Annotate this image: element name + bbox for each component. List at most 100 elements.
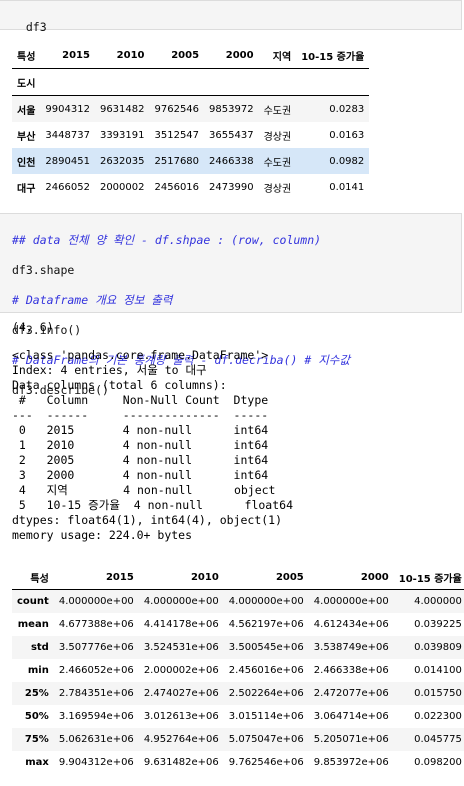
table-cell: 4.562197e+06: [228, 619, 304, 630]
table-cell: 9.904312e+06: [58, 757, 134, 768]
table-cell: 2890451: [45, 155, 90, 167]
column-header: 2010: [94, 42, 150, 69]
table-cell: 9.853972e+06: [313, 757, 389, 768]
column-header: 2005: [223, 566, 309, 590]
table-cell: 2466052: [45, 181, 90, 193]
table-cell: 2473990: [209, 181, 254, 193]
table-cell: 0.039809: [414, 642, 462, 653]
table-cell: 3.524531e+06: [143, 642, 219, 653]
table-row: mean 4.677388e+06 4.414178e+06 4.562197e…: [12, 613, 464, 636]
table-cell: 2.502264e+06: [228, 688, 304, 699]
table-cell: 0.098200: [414, 757, 462, 768]
column-header: 지역: [258, 42, 297, 69]
code-comment-line: ## data 전체 양 확인 - df.shpae : (row, colum…: [12, 233, 322, 247]
table-cell: 4.612434e+06: [313, 619, 389, 630]
table-header-row: 특성 2015 2010 2005 2000 10-15 증가율: [12, 566, 464, 590]
column-header: 특성: [12, 42, 41, 69]
row-index: 25%: [24, 688, 49, 699]
table-cell: 3512547: [154, 129, 200, 141]
table-cell: 3.500545e+06: [228, 642, 304, 653]
table-cell: 5.062631e+06: [58, 734, 134, 745]
column-header: 특성: [12, 566, 54, 590]
column-header: 10-15 증가율: [296, 42, 370, 69]
table-cell: 0.022300: [414, 711, 462, 722]
table-row: 인천 2890451 2632035 2517680 2466338 수도권 0…: [12, 148, 370, 174]
column-header: 2000: [204, 42, 259, 69]
row-index: min: [27, 665, 49, 676]
row-index: 50%: [24, 711, 49, 722]
df3-output-table: 특성 2015 2010 2005 2000 지역 10-15 증가율 도시 서…: [12, 42, 370, 200]
table-cell: 9.631482e+06: [143, 757, 219, 768]
table-cell: 4.677388e+06: [58, 619, 134, 630]
table-cell: 3.064714e+06: [313, 711, 389, 722]
table-cell: 2.466338e+06: [313, 665, 389, 676]
table-cell: 3.012613e+06: [143, 711, 219, 722]
table-row: 50% 3.169594e+06 3.012613e+06 3.015114e+…: [12, 705, 464, 728]
table-cell: 5.205071e+06: [313, 734, 389, 745]
table-cell: 4.952764e+06: [143, 734, 219, 745]
table-cell: 3448737: [45, 129, 90, 141]
code-cell-df3[interactable]: df3: [0, 0, 462, 34]
table-cell: 2.784351e+06: [58, 688, 134, 699]
table-cell: 4.000000e+00: [313, 596, 389, 607]
table-cell: 0.0163: [329, 129, 365, 141]
table-cell: 0.0982: [329, 155, 365, 167]
column-header: 10-15 증가율: [393, 566, 464, 590]
table-cell: 3.538749e+06: [313, 642, 389, 653]
info-output: <class 'pandas.core.frame.DataFrame'> In…: [12, 348, 293, 542]
table-cell: 수도권: [263, 105, 292, 117]
table-row: std 3.507776e+06 3.524531e+06 3.500545e+…: [12, 636, 464, 659]
code-comment-line: # Dataframe 개요 정보 출력: [12, 293, 173, 307]
row-index: 서울: [17, 105, 36, 117]
table-row: count 4.000000e+00 4.000000e+00 4.000000…: [12, 589, 464, 613]
row-index: 인천: [17, 157, 36, 169]
table-cell: 0.045775: [414, 734, 462, 745]
table-cell: 0.0283: [329, 103, 365, 115]
table-cell: 3393191: [99, 129, 145, 141]
column-header: 2005: [149, 42, 205, 69]
table-cell: 0.015750: [414, 688, 462, 699]
row-index: 75%: [24, 734, 49, 745]
table-cell: 9631482: [99, 103, 145, 115]
table-cell: 4.000000e+00: [228, 596, 304, 607]
table-header-row: 특성 2015 2010 2005 2000 지역 10-15 증가율: [12, 42, 370, 69]
table-cell: 2.474027e+06: [143, 688, 219, 699]
table-row: min 2.466052e+06 2.000002e+06 2.456016e+…: [12, 659, 464, 682]
table-cell: 경상권: [263, 131, 292, 143]
table-cell: 9762546: [154, 103, 200, 115]
table-cell: 5.075047e+06: [228, 734, 304, 745]
table-cell: 3.169594e+06: [58, 711, 134, 722]
table-row: 서울 9904312 9631482 9762546 9853972 수도권 0…: [12, 95, 370, 122]
table-cell: 2456016: [154, 181, 200, 193]
table-cell: 9904312: [45, 103, 90, 115]
table-cell: 2.466052e+06: [58, 665, 134, 676]
index-name-row: 도시: [12, 68, 370, 96]
code-cell-describe[interactable]: ## data 전체 양 확인 - df.shpae : (row, colum…: [0, 213, 462, 397]
table-row: 75% 5.062631e+06 4.952764e+06 5.075047e+…: [12, 728, 464, 751]
table-cell: 0.0141: [329, 181, 365, 193]
table-cell: 4.000000e+00: [58, 596, 134, 607]
column-header: 2010: [138, 566, 224, 590]
code-line: df3.info(): [12, 323, 82, 337]
row-index: std: [30, 642, 49, 653]
table-cell: 2466338: [209, 155, 254, 167]
table-cell: 경상권: [263, 183, 292, 195]
table-cell: 9853972: [209, 103, 254, 115]
table-cell: 3.507776e+06: [58, 642, 134, 653]
table-cell: 3655437: [209, 129, 254, 141]
index-name: 도시: [12, 68, 41, 96]
shape-output: (4, 6): [12, 320, 54, 334]
table-cell: 0.039225: [414, 619, 462, 630]
table-cell: 4.000000e+00: [143, 596, 219, 607]
row-index: 대구: [17, 183, 36, 195]
table-cell: 2517680: [154, 155, 200, 167]
table-row: 부산 3448737 3393191 3512547 3655437 경상권 0…: [12, 122, 369, 148]
table-cell: 3.015114e+06: [228, 711, 304, 722]
table-row: 25% 2.784351e+06 2.474027e+06 2.502264e+…: [12, 682, 464, 705]
row-index: count: [17, 596, 49, 607]
table-cell: 2.472077e+06: [313, 688, 389, 699]
table-cell: 0.014100: [414, 665, 462, 676]
code-line: df3: [25, 20, 47, 34]
table-cell: 4.414178e+06: [143, 619, 219, 630]
row-index: 부산: [17, 131, 36, 143]
